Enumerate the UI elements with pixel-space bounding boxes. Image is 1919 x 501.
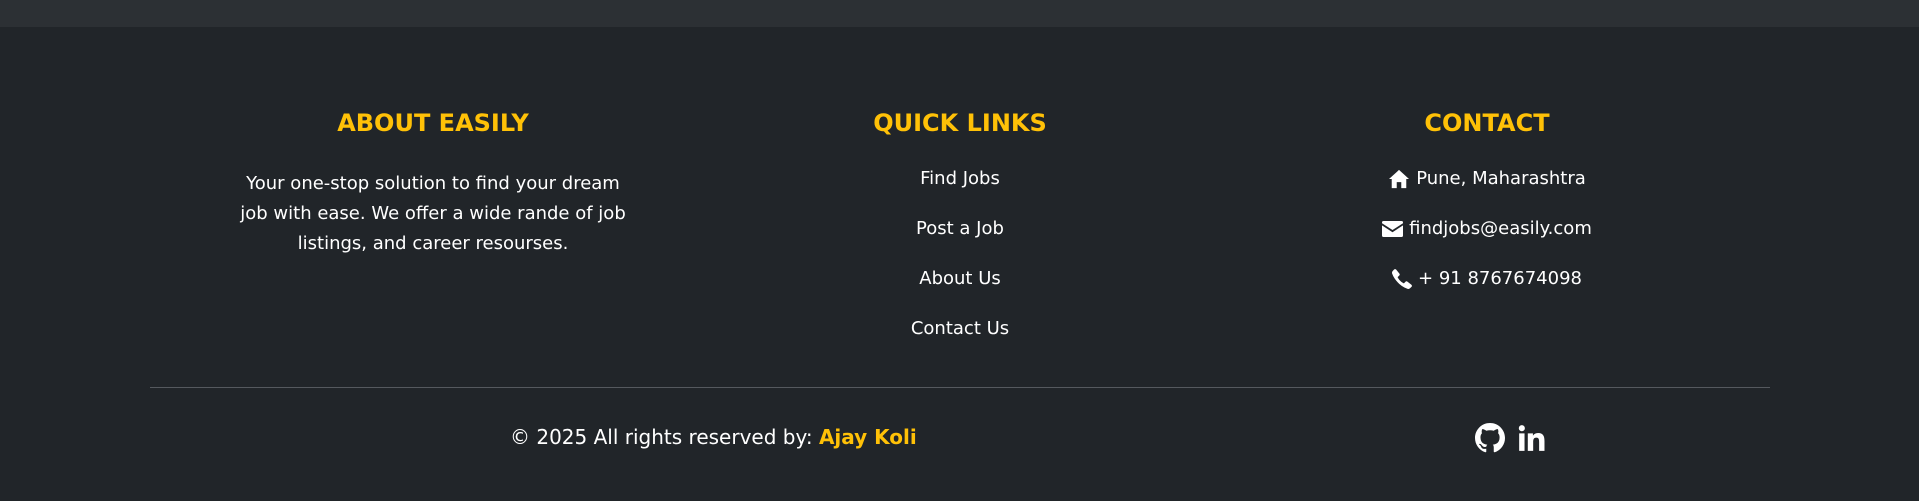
top-bar	[0, 0, 1919, 27]
github-icon[interactable]	[1475, 423, 1505, 453]
about-description: Your one-stop solution to find your drea…	[240, 173, 626, 254]
quick-links-section: QUICK LINKS Find Jobs Post a Job About U…	[760, 107, 1160, 367]
contact-list: Pune, Maharashtra findjobs@easily.com + …	[1287, 167, 1687, 291]
envelope-icon	[1382, 221, 1404, 237]
link-post-a-job[interactable]: Post a Job	[760, 217, 1160, 241]
social-links	[1475, 423, 1547, 453]
quick-links-heading: QUICK LINKS	[873, 109, 1047, 137]
contact-address: Pune, Maharashtra	[1287, 167, 1687, 191]
contact-section: CONTACT Pune, Maharashtra findjobs@easil…	[1287, 107, 1687, 317]
home-icon	[1388, 169, 1410, 189]
contact-phone: + 91 8767674098	[1287, 267, 1687, 291]
link-contact-us[interactable]: Contact Us	[760, 317, 1160, 341]
contact-address-text: Pune, Maharashtra	[1416, 168, 1586, 189]
phone-icon	[1392, 269, 1412, 289]
contact-email: findjobs@easily.com	[1287, 217, 1687, 241]
contact-heading: CONTACT	[1424, 109, 1550, 137]
site-footer: ABOUT EASILY Your one-stop solution to f…	[0, 27, 1919, 501]
contact-phone-text: + 91 8767674098	[1418, 268, 1582, 289]
about-section: ABOUT EASILY Your one-stop solution to f…	[233, 107, 633, 259]
copyright-label: © 2025 All rights reserved by:	[510, 425, 819, 449]
author-link[interactable]: Ajay Koli	[819, 425, 917, 449]
contact-email-text: findjobs@easily.com	[1409, 218, 1592, 239]
about-heading: ABOUT EASILY	[337, 109, 529, 137]
link-about-us[interactable]: About Us	[760, 267, 1160, 291]
footer-divider	[150, 387, 1770, 388]
link-find-jobs[interactable]: Find Jobs	[760, 167, 1160, 191]
linkedin-icon[interactable]	[1517, 423, 1547, 453]
copyright-text: © 2025 All rights reserved by: Ajay Koli	[510, 423, 917, 451]
quick-links-list: Find Jobs Post a Job About Us Contact Us	[760, 167, 1160, 341]
